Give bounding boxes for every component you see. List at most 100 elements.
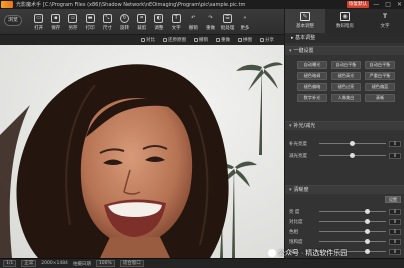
tool-more-button[interactable]: » 更多 — [236, 12, 253, 32]
photo-canvas[interactable] — [0, 45, 284, 258]
tool-resize-button[interactable]: ⤡ 尺寸 — [99, 12, 116, 32]
slider-knob[interactable] — [364, 248, 370, 254]
slider-knob[interactable] — [364, 218, 370, 224]
sub-undo-button[interactable]: 撤销 — [194, 37, 208, 43]
slider-value[interactable]: 0 — [389, 238, 401, 245]
restore-default-button[interactable]: 恢复默认 — [347, 1, 369, 8]
tool-adjust-button[interactable]: ◐ 调整 — [150, 12, 167, 32]
browse-button[interactable]: 浏览 — [4, 15, 22, 26]
share-button[interactable]: 分享 — [260, 37, 274, 43]
preset-button[interactable]: 人像美白 — [331, 94, 361, 102]
slider-knob[interactable] — [364, 228, 370, 234]
save-as-icon: ▫ — [68, 14, 78, 23]
tool-list: ▭ 打开 ▪ 保存 ▫ 另存 ▬ 打印 ⤡ 尺寸 ↻ 旋转 ⌗ 裁剪 ◐ 调整 T 文字 ↶ 撤销 … — [30, 12, 253, 32]
undo-icon: ↶ — [191, 15, 196, 21]
tool-text-button[interactable]: T 文字 — [168, 12, 185, 32]
preset-button[interactable]: 褪色暗调 — [297, 72, 327, 80]
view-mode[interactable]: 正常 — [21, 260, 37, 267]
rotate-icon: ↻ — [120, 14, 130, 23]
page-counter[interactable]: 1/1 — [3, 260, 17, 267]
slider-track[interactable] — [319, 218, 386, 224]
slider-value[interactable]: 0 — [389, 248, 401, 255]
save-icon: ▪ — [51, 14, 61, 23]
restore-original-button[interactable]: 还原原图 — [163, 37, 186, 43]
watermark: 公众号 · 精选软件乐园 — [268, 248, 347, 258]
preset-button[interactable]: 自动曝光 — [297, 61, 327, 69]
tab-text[interactable]: T 文字 — [365, 9, 404, 33]
preset-grid: 自动曝光 自动白平衡 自动白平衡 褪色暗调 褪色高光 严重白平衡 褪色偏暗 褪色… — [297, 61, 401, 102]
slider-track[interactable] — [319, 238, 386, 244]
adjust-slider[interactable]: 色相 0 — [289, 227, 401, 236]
title-bar: 光影魔术手 [C:\Program Files (x86)\Shadow Net… — [0, 0, 404, 9]
preset-button[interactable]: 褪色过亮 — [331, 83, 361, 91]
app-name: 光影魔术手 — [16, 2, 42, 8]
section-tone[interactable]: ▾ 补光/减光 — [285, 121, 404, 130]
slider-track[interactable] — [319, 152, 386, 158]
tool-save-button[interactable]: ▪ 保存 — [47, 12, 64, 32]
more-icon: » — [243, 15, 247, 21]
tool-open-button[interactable]: ▭ 打开 — [30, 12, 47, 32]
slider-track[interactable] — [319, 228, 386, 234]
tool-redo-button[interactable]: ↷ 重做 — [202, 12, 219, 32]
preset-button[interactable]: 褪色高光 — [331, 72, 361, 80]
slider-knob[interactable] — [350, 140, 355, 146]
tool-rotate-button[interactable]: ↻ 旋转 — [116, 12, 133, 32]
main-toolbar: 浏览 ▭ 打开 ▪ 保存 ▫ 另存 ▬ 打印 ⤡ 尺寸 ↻ 旋转 ⌗ 裁剪 ◐ 调整 T 文字 ↶… — [0, 9, 284, 35]
slider-knob[interactable] — [350, 152, 355, 158]
slider-track[interactable] — [319, 140, 386, 146]
image-dimensions: 2000×1484 — [41, 261, 68, 266]
share-icon — [260, 38, 264, 42]
tab-basic-adjust[interactable]: ✎ 基本调整 — [285, 9, 325, 33]
app-logo-icon — [1, 1, 13, 8]
settings-button[interactable]: 设置 — [385, 196, 401, 203]
tab-darkroom[interactable]: ◉ 数码暗房 — [325, 9, 365, 33]
slider-knob[interactable] — [364, 208, 370, 214]
slider-value[interactable]: 0 — [389, 208, 401, 215]
adjust-slider[interactable]: 饱和度 0 — [289, 237, 401, 246]
compare-button[interactable]: 对比 — [141, 37, 155, 43]
adjust-slider[interactable]: 亮 度 0 — [289, 207, 401, 216]
slider-track[interactable] — [319, 208, 386, 214]
chevron-down-icon: ▾ — [289, 48, 292, 54]
sub-redo-button[interactable]: 重做 — [216, 37, 230, 43]
adjust-slider[interactable]: 对比度 0 — [289, 217, 401, 226]
panel-tabs: ✎ 基本调整 ◉ 数码暗房 T 文字 — [285, 9, 404, 33]
tool-crop-button[interactable]: ⌗ 裁剪 — [133, 12, 150, 32]
adjust-panel-icon: ✎ — [300, 12, 310, 21]
slider-value[interactable]: 0 — [389, 152, 401, 159]
slider-value[interactable]: 0 — [389, 140, 401, 147]
fit-window-button[interactable]: 适合窗口 — [119, 260, 144, 267]
preset-button[interactable]: 自动白平衡 — [331, 61, 361, 69]
preset-button[interactable]: 褪色偏蓝 — [365, 83, 395, 91]
chevron-down-icon: ▾ — [289, 187, 292, 193]
preset-button[interactable]: 数字补光 — [297, 94, 327, 102]
resize-icon: ⤡ — [102, 14, 112, 23]
tool-undo-button[interactable]: ↶ 撤销 — [185, 12, 202, 32]
preset-button[interactable]: 严重白平衡 — [365, 72, 395, 80]
secondary-toolbar: 对比 还原原图 撤销 重做 拼图 分享 — [0, 35, 284, 45]
maximize-icon[interactable]: □ — [385, 1, 391, 8]
minimize-icon[interactable]: — — [373, 1, 379, 8]
slider-value[interactable]: 0 — [389, 228, 401, 235]
right-panel: ✎ 基本调整 ◉ 数码暗房 T 文字 ▸ 基本调整 ▾ 一键设置 自动曝光 自动白… — [284, 9, 404, 258]
capture-date: 拍摄日期 — [72, 261, 91, 267]
section-one-key[interactable]: ▾ 一键设置 — [285, 46, 404, 55]
fill-light-slider[interactable]: 补光亮度 0 — [289, 139, 401, 148]
section-sharpen[interactable]: ▾ 清晰度 — [285, 185, 404, 194]
redo-small-icon — [216, 38, 220, 42]
slider-knob[interactable] — [364, 238, 370, 244]
collage-icon — [238, 38, 242, 42]
collage-button[interactable]: 拼图 — [238, 37, 252, 43]
preset-button[interactable]: 褪色偏暗 — [297, 83, 327, 91]
close-icon[interactable]: ✕ — [397, 1, 402, 8]
redo-icon: ↷ — [208, 15, 213, 21]
tool-batch-button[interactable]: ☰ 批处理 — [219, 12, 236, 32]
compare-icon — [141, 38, 145, 42]
reduce-light-slider[interactable]: 减光亮度 0 — [289, 151, 401, 160]
tool-print-button[interactable]: ▬ 打印 — [82, 12, 99, 32]
zoom-level[interactable]: 100% — [95, 260, 115, 267]
preset-button[interactable]: 清晰 — [365, 94, 395, 102]
slider-value[interactable]: 0 — [389, 218, 401, 225]
tool-save-as-button[interactable]: ▫ 另存 — [64, 12, 81, 32]
preset-button[interactable]: 自动白平衡 — [365, 61, 395, 69]
